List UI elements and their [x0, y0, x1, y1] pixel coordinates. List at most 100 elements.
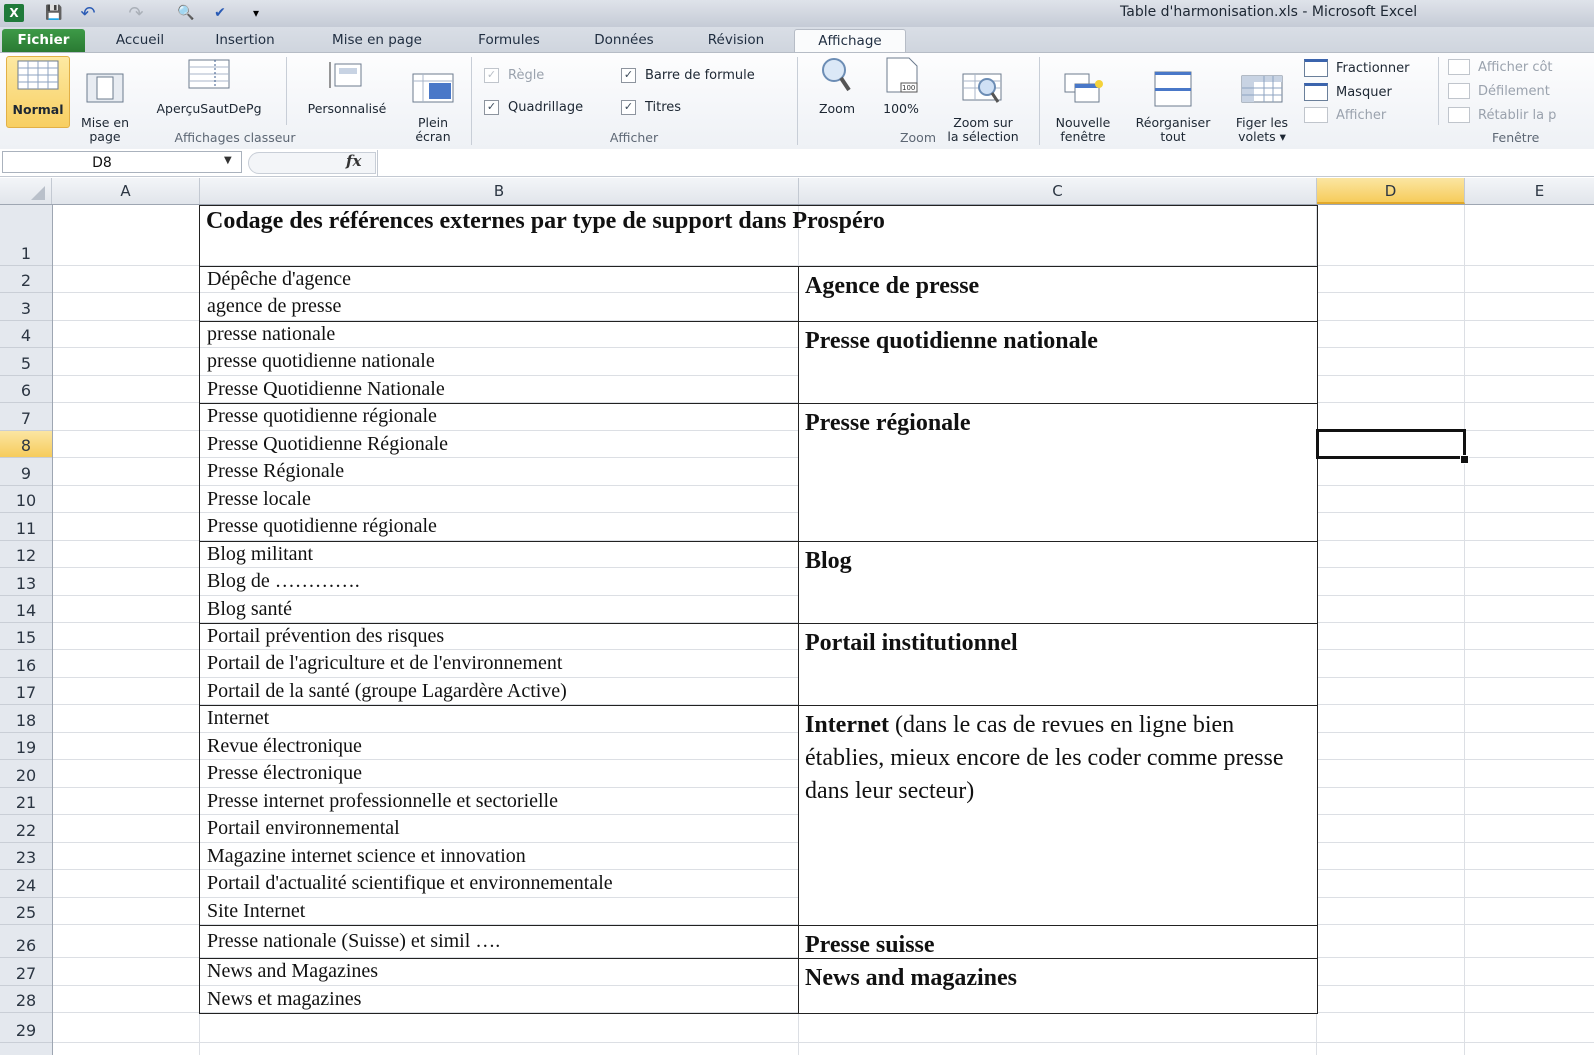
- custom-views-icon: [329, 62, 362, 88]
- reset-window-position-button[interactable]: Rétablir la p: [1448, 107, 1556, 123]
- code-cell-c15[interactable]: Portail institutionnel: [798, 622, 1318, 707]
- code-cell-c27[interactable]: News and magazines: [798, 958, 1318, 1015]
- title-cell[interactable]: Codage des références externes par type …: [199, 205, 1318, 267]
- formula-input[interactable]: [377, 150, 1592, 176]
- row-header-28[interactable]: 28: [0, 986, 52, 1014]
- column-headers: A B C D E: [0, 178, 1594, 205]
- page-break-label: AperçuSautDePg: [156, 101, 262, 116]
- row-header-10[interactable]: 10: [0, 486, 52, 514]
- row-header-24[interactable]: 24: [0, 870, 52, 898]
- magnifier-icon: [822, 58, 851, 92]
- row-header-17[interactable]: 17: [0, 678, 52, 706]
- row-header-13[interactable]: 13: [0, 568, 52, 596]
- row-header-25[interactable]: 25: [0, 898, 52, 926]
- tab-formules[interactable]: Formules: [466, 29, 552, 52]
- spelling-icon[interactable]: ✔: [210, 4, 230, 22]
- tab-fichier[interactable]: Fichier: [2, 29, 85, 52]
- sync-scroll-label: Défilement: [1478, 83, 1550, 99]
- formula-bar-checkbox[interactable]: ✓ Barre de formule: [621, 68, 755, 83]
- worksheet-grid[interactable]: Codage des références externes par type …: [53, 205, 1594, 1055]
- row-header-2[interactable]: 2: [0, 266, 52, 294]
- row-headers: 1 2 3 4 5 6 7 8 9 10 11 12 13 14 15 16 17 18 19 20 21 22 23 24 2…: [0, 205, 53, 1055]
- unhide-button[interactable]: Afficher: [1304, 107, 1386, 123]
- code-label: Portail institutionnel: [805, 629, 1018, 656]
- column-header-a[interactable]: A: [52, 178, 200, 204]
- code-cell-c7[interactable]: Presse régionale: [798, 403, 1318, 542]
- code-cell-c12[interactable]: Blog: [798, 540, 1318, 624]
- print-preview-icon[interactable]: 🔍: [176, 4, 196, 22]
- code-label: News and magazines: [805, 965, 1018, 992]
- column-b-group-border: [199, 266, 799, 322]
- headings-checkbox[interactable]: ✓ Titres: [621, 100, 681, 115]
- title-bar: X 💾 ↶ ↷ 🔍 ✔ ▾ Table d'harmonisation.xls …: [0, 0, 1594, 27]
- active-cell-d8[interactable]: [1316, 428, 1466, 460]
- zoom-button[interactable]: Zoom: [808, 56, 866, 116]
- code-cell-c4[interactable]: Presse quotidienne nationale: [798, 320, 1318, 405]
- row-header-6[interactable]: 6: [0, 376, 52, 404]
- row-header-5[interactable]: 5: [0, 348, 52, 376]
- row-header-22[interactable]: 22: [0, 815, 52, 843]
- row-header-11[interactable]: 11: [0, 513, 52, 541]
- row-header-7[interactable]: 7: [0, 403, 52, 431]
- row-header-4[interactable]: 4: [0, 321, 52, 349]
- code-cell-c2[interactable]: Agence de presse: [798, 266, 1318, 322]
- row-header-14[interactable]: 14: [0, 596, 52, 623]
- column-header-d[interactable]: D: [1317, 178, 1465, 204]
- row-header-8[interactable]: 8: [0, 430, 52, 459]
- name-box[interactable]: D8: [2, 151, 242, 173]
- row-header-23[interactable]: 23: [0, 843, 52, 871]
- tab-insertion[interactable]: Insertion: [200, 29, 290, 52]
- fill-handle[interactable]: [1460, 455, 1469, 465]
- tab-mise-en-page[interactable]: Mise en page: [316, 29, 438, 52]
- page-break-preview-button[interactable]: AperçuSautDePg: [142, 56, 276, 116]
- column-b-group-border: [199, 622, 799, 707]
- row-header-27[interactable]: 27: [0, 958, 52, 986]
- row-header-19[interactable]: 19: [0, 733, 52, 761]
- column-header-b[interactable]: B: [200, 178, 799, 204]
- ruler-checkbox[interactable]: ✓ Règle: [484, 68, 544, 83]
- unhide-icon: [1304, 107, 1328, 123]
- gridlines-checkbox[interactable]: ✓ Quadrillage: [484, 100, 583, 115]
- zoom-100-button[interactable]: 100 100%: [874, 56, 928, 116]
- code-cell-c26[interactable]: Presse suisse: [798, 925, 1318, 960]
- split-button[interactable]: Fractionner: [1304, 59, 1409, 77]
- tab-donnees[interactable]: Données: [580, 29, 668, 52]
- normal-view-label: Normal: [12, 102, 64, 117]
- row-header-26[interactable]: 26: [0, 925, 52, 959]
- redo-icon[interactable]: ↷: [126, 3, 146, 24]
- insert-function-icon[interactable]: fx: [346, 152, 361, 170]
- excel-logo-icon[interactable]: X: [4, 4, 24, 22]
- code-cell-c18[interactable]: Internet (dans le cas de revues en ligne…: [798, 705, 1318, 927]
- normal-view-button[interactable]: Normal: [6, 56, 70, 128]
- customize-qat-icon[interactable]: ▾: [246, 4, 266, 22]
- tab-accueil[interactable]: Accueil: [100, 29, 180, 52]
- undo-icon[interactable]: ↶: [78, 3, 98, 24]
- tab-revision[interactable]: Révision: [694, 29, 778, 52]
- chevron-down-icon[interactable]: ▼: [224, 155, 232, 166]
- column-b-group-border: [199, 958, 799, 1015]
- row-header-18[interactable]: 18: [0, 705, 52, 733]
- arrange-all-button[interactable]: Réorganiser tout: [1124, 56, 1222, 158]
- row-header-29[interactable]: 29: [0, 1013, 52, 1044]
- row-header-3[interactable]: 3: [0, 293, 52, 321]
- hide-button[interactable]: Masquer: [1304, 83, 1392, 101]
- row-header-15[interactable]: 15: [0, 623, 52, 651]
- row-header-21[interactable]: 21: [0, 788, 52, 816]
- synchronous-scrolling-button[interactable]: Défilement: [1448, 83, 1550, 99]
- custom-views-button[interactable]: Personnalisé: [294, 56, 400, 116]
- select-all-button[interactable]: [0, 178, 52, 204]
- row-header-12[interactable]: 12: [0, 541, 52, 569]
- row-header-9[interactable]: 9: [0, 458, 52, 486]
- view-side-by-side-button[interactable]: Afficher côt: [1448, 59, 1553, 75]
- row-header-20[interactable]: 20: [0, 760, 52, 788]
- freeze-panes-button[interactable]: Figer les volets ▾: [1226, 56, 1298, 158]
- row-header-16[interactable]: 16: [0, 650, 52, 678]
- column-header-c[interactable]: C: [799, 178, 1317, 204]
- headings-label: Titres: [645, 100, 682, 115]
- new-window-button[interactable]: Nouvelle fenêtre: [1046, 56, 1120, 158]
- checkbox-check-icon: ✓: [621, 100, 636, 115]
- row-header-1[interactable]: 1: [0, 205, 52, 266]
- column-header-e[interactable]: E: [1465, 178, 1594, 204]
- tab-affichage[interactable]: Affichage: [794, 29, 906, 53]
- save-icon[interactable]: 💾: [44, 4, 64, 22]
